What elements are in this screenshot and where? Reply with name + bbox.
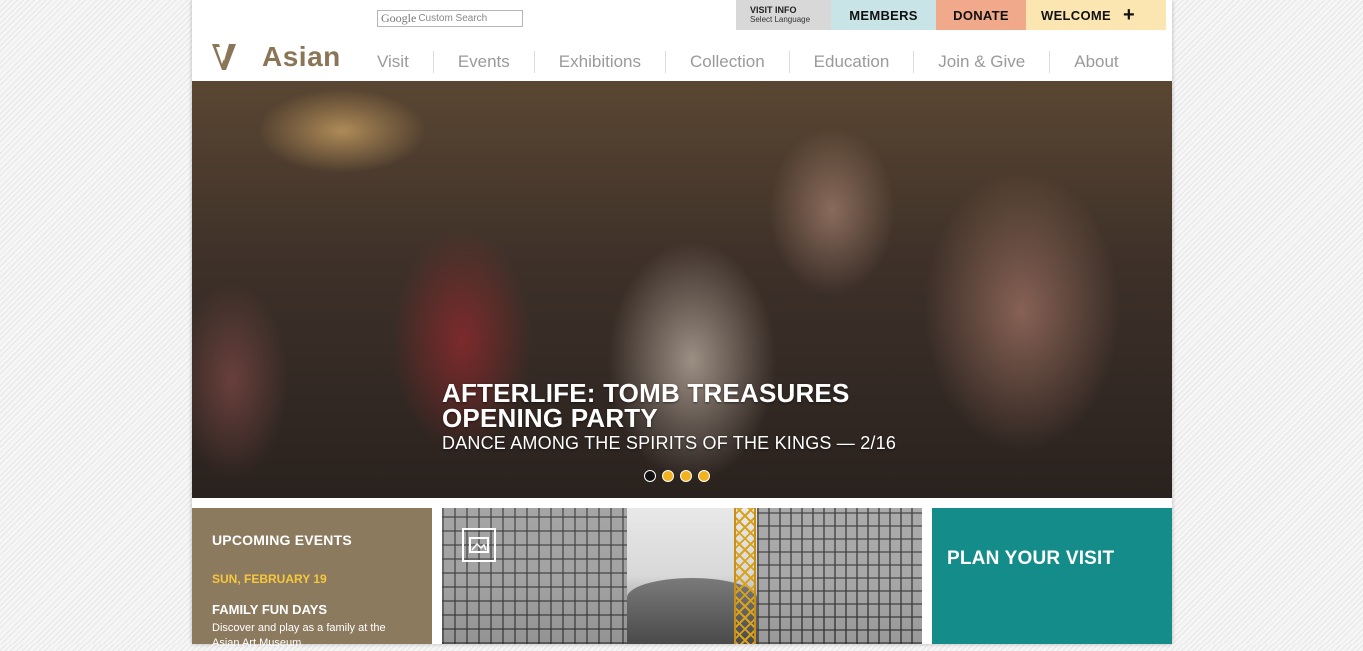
nav-item-exhibitions[interactable]: Exhibitions: [533, 51, 665, 73]
hero-caption[interactable]: AFTERLIFE: TOMB TREASURES OPENING PARTY …: [442, 380, 897, 454]
search-placeholder: Custom Search: [418, 13, 488, 24]
gallery-icon[interactable]: [462, 528, 496, 562]
museum-logo-mark-icon: [212, 44, 236, 70]
scaffold-building-right: [757, 508, 922, 644]
featured-image-panel[interactable]: [442, 508, 922, 644]
nav-item-collection[interactable]: Collection: [665, 51, 789, 73]
upcoming-events-panel: UPCOMING EVENTS SUN, FEBRUARY 19 FAMILY …: [192, 508, 432, 649]
construction-crane: [734, 508, 756, 644]
search-input[interactable]: Google Custom Search: [377, 10, 523, 27]
members-button[interactable]: MEMBERS: [831, 0, 936, 30]
select-language-label[interactable]: Select Language: [750, 15, 810, 25]
hero-slideshow[interactable]: AFTERLIFE: TOMB TREASURES OPENING PARTY …: [192, 81, 1172, 498]
nav-item-visit[interactable]: Visit: [377, 51, 433, 73]
welcome-button[interactable]: WELCOME +: [1026, 0, 1166, 30]
visit-info-button[interactable]: VISIT INFO Select Language: [736, 0, 831, 30]
event-date: SUN, FEBRUARY 19: [212, 572, 327, 586]
site-logo[interactable]: Asian: [212, 41, 341, 72]
nav-item-education[interactable]: Education: [788, 51, 914, 73]
plan-your-visit-heading: PLAN YOUR VISIT: [947, 548, 1115, 569]
donate-button[interactable]: DONATE: [936, 0, 1026, 30]
logo-text: Asian: [262, 41, 341, 72]
main-nav: Visit Events Exhibitions Collection Educatio…: [377, 48, 1143, 76]
page-container: Google Custom Search VISIT INFO Select L…: [192, 0, 1172, 649]
nav-item-events[interactable]: Events: [432, 51, 534, 73]
upcoming-events-heading[interactable]: UPCOMING EVENTS: [212, 532, 352, 548]
event-description: Discover and play as a family at the Asi…: [212, 622, 386, 649]
slide-pagination: [644, 470, 716, 482]
google-brand-label: Google: [381, 11, 417, 25]
welcome-label: WELCOME: [1041, 7, 1111, 23]
hero-subtitle: DANCE AMONG THE SPIRITS OF THE KINGS — 2…: [442, 433, 897, 453]
plan-your-visit-panel[interactable]: PLAN YOUR VISIT: [932, 508, 1172, 644]
visit-info-label: VISIT INFO: [750, 5, 797, 15]
nav-item-join-give[interactable]: Join & Give: [913, 51, 1049, 73]
hero-title-line2: OPENING PARTY: [442, 403, 658, 433]
utility-bar: VISIT INFO Select Language MEMBERS DONAT…: [736, 0, 1166, 30]
plus-icon: +: [1122, 4, 1135, 26]
slide-dot-3[interactable]: [680, 470, 692, 482]
gallery-icon-glyph: [469, 537, 489, 553]
slide-dot-2[interactable]: [662, 470, 674, 482]
slide-dot-4[interactable]: [698, 470, 710, 482]
slide-dot-1[interactable]: [644, 470, 656, 482]
event-title[interactable]: FAMILY FUN DAYS: [212, 602, 327, 617]
nav-item-about[interactable]: About: [1049, 51, 1142, 73]
